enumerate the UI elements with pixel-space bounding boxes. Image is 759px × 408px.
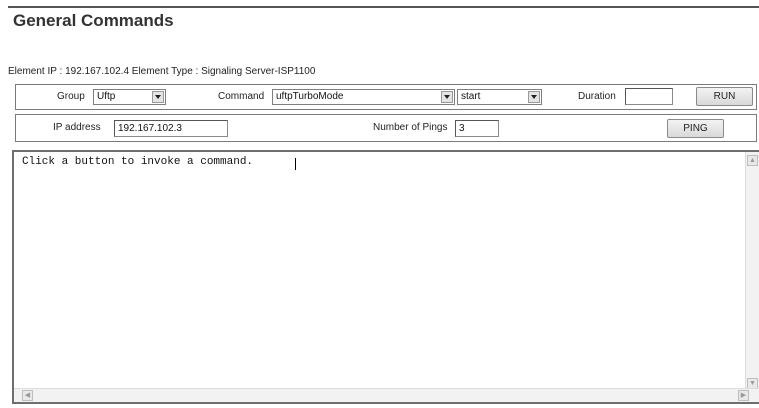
text-caret xyxy=(295,158,296,170)
horizontal-scrollbar[interactable]: ◀ ▶ xyxy=(14,388,759,402)
element-info: Element IP : 192.167.102.4 Element Type … xyxy=(8,66,316,77)
run-button[interactable]: RUN xyxy=(696,87,753,106)
duration-input[interactable] xyxy=(625,88,673,105)
arrow-up-icon[interactable]: ▲ xyxy=(747,155,758,166)
group-select-value: Uftp xyxy=(97,91,116,102)
group-label: Group xyxy=(57,91,85,102)
chevron-down-icon xyxy=(528,91,540,103)
action-select[interactable]: start xyxy=(457,89,542,105)
command-output-textarea[interactable]: Click a button to invoke a command. ▲ ▼ … xyxy=(12,150,759,404)
arrow-right-icon[interactable]: ▶ xyxy=(738,390,749,401)
ping-button[interactable]: PING xyxy=(667,119,724,138)
ip-address-input[interactable] xyxy=(114,120,228,137)
command-label: Command xyxy=(218,91,265,102)
command-panel: Group Uftp Command uftpTurboMode start D… xyxy=(15,84,757,110)
output-text: Click a button to invoke a command. xyxy=(22,156,254,168)
duration-label: Duration xyxy=(578,91,616,102)
vertical-scrollbar[interactable]: ▲ ▼ xyxy=(745,152,759,392)
ping-panel: IP address Number of Pings PING xyxy=(15,114,757,142)
arrow-left-icon[interactable]: ◀ xyxy=(22,390,33,401)
command-select[interactable]: uftpTurboMode xyxy=(272,89,455,105)
group-select[interactable]: Uftp xyxy=(93,89,166,105)
ip-address-label: IP address xyxy=(53,122,101,133)
chevron-down-icon xyxy=(152,91,164,103)
chevron-down-icon xyxy=(441,91,453,103)
command-select-value: uftpTurboMode xyxy=(276,91,344,102)
page-title: General Commands xyxy=(13,11,174,30)
number-of-pings-label: Number of Pings xyxy=(373,122,448,133)
action-select-value: start xyxy=(461,91,481,102)
header-divider xyxy=(8,6,759,8)
number-of-pings-input[interactable] xyxy=(455,120,499,137)
